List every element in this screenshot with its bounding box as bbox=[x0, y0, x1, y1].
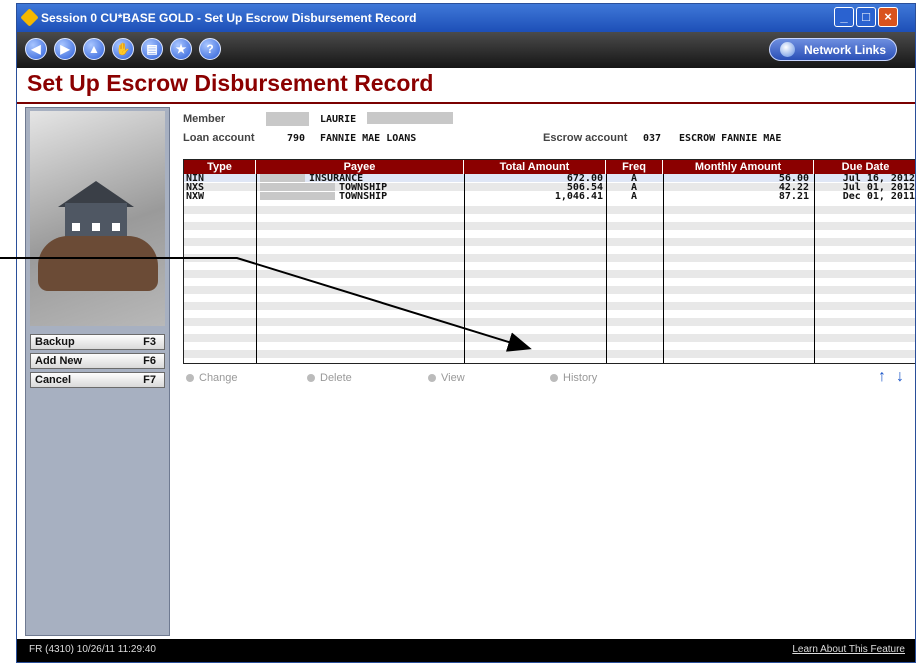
status-bar: FR (4310) 10/26/11 11:29:40 Learn About … bbox=[17, 639, 915, 662]
up-icon[interactable]: ▲ bbox=[83, 38, 105, 60]
column-divider bbox=[606, 174, 607, 363]
empty-row bbox=[184, 286, 915, 294]
cancel-key: F7 bbox=[143, 374, 156, 386]
redacted-payee-prefix bbox=[260, 174, 305, 182]
scroll-up-arrow-icon[interactable]: ↑ bbox=[878, 368, 886, 386]
member-name: LAURIE bbox=[320, 114, 357, 125]
loan-account-label: Loan account bbox=[183, 132, 255, 144]
backup-label: Backup bbox=[35, 336, 75, 348]
session-status-text: FR (4310) 10/26/11 11:29:40 bbox=[29, 644, 156, 655]
delete-label: Delete bbox=[320, 372, 352, 384]
loan-account-name: FANNIE MAE LOANS bbox=[320, 133, 417, 144]
hand-icon[interactable]: ✋ bbox=[112, 38, 134, 60]
column-divider bbox=[663, 174, 664, 363]
empty-row bbox=[184, 318, 915, 326]
bullet-icon bbox=[550, 374, 558, 383]
change-label: Change bbox=[199, 372, 238, 384]
empty-row bbox=[184, 334, 915, 342]
add-new-key: F6 bbox=[143, 355, 156, 367]
cell-due-date: Dec 01, 2011 bbox=[842, 191, 915, 202]
escrow-disbursement-table: Type Payee Total Amount Freq Monthly Amo… bbox=[183, 159, 915, 364]
view-action[interactable]: View bbox=[428, 372, 465, 384]
column-header-monthly-amount[interactable]: Monthly Amount bbox=[663, 160, 814, 174]
history-action[interactable]: History bbox=[550, 372, 597, 384]
cancel-label: Cancel bbox=[35, 374, 72, 386]
navigation-toolbar: ◀ ▶ ▲ ✋ ▤ ★ ? Network Links bbox=[17, 32, 915, 68]
page-title: Set Up Escrow Disbursement Record bbox=[27, 70, 434, 96]
cancel-button[interactable]: Cancel F7 bbox=[30, 372, 165, 388]
help-icon[interactable]: ? bbox=[199, 38, 221, 60]
cell-freq: A bbox=[631, 191, 638, 202]
column-header-due-date[interactable]: Due Date bbox=[814, 160, 915, 174]
house-window bbox=[72, 223, 80, 231]
delete-action[interactable]: Delete bbox=[307, 372, 352, 384]
star-icon[interactable]: ★ bbox=[170, 38, 192, 60]
empty-row bbox=[184, 254, 915, 262]
add-new-button[interactable]: Add New F6 bbox=[30, 353, 165, 369]
empty-row bbox=[184, 270, 915, 278]
add-new-label: Add New bbox=[35, 355, 83, 367]
house-window bbox=[92, 223, 100, 231]
table-row[interactable]: NXS TOWNSHIP 506.54 A 42.22 Jul 01, 2012 bbox=[184, 183, 915, 193]
change-action[interactable]: Change bbox=[186, 372, 238, 384]
redacted-member-surname bbox=[367, 112, 453, 124]
empty-row bbox=[184, 302, 915, 310]
redacted-payee-prefix bbox=[260, 183, 335, 191]
column-header-payee[interactable]: Payee bbox=[256, 160, 464, 174]
window-title: Session 0 CU*BASE GOLD - Set Up Escrow D… bbox=[41, 11, 417, 25]
empty-row bbox=[184, 206, 915, 214]
bullet-icon bbox=[307, 374, 315, 383]
view-label: View bbox=[441, 372, 465, 384]
column-header-freq[interactable]: Freq bbox=[606, 160, 663, 174]
empty-row bbox=[184, 350, 915, 358]
minimize-button[interactable]: _ bbox=[834, 7, 854, 27]
bullet-icon bbox=[428, 374, 436, 383]
redacted-member-number bbox=[266, 112, 309, 126]
scroll-down-arrow-icon[interactable]: ↓ bbox=[896, 368, 904, 386]
escrow-account-name: ESCROW FANNIE MAE bbox=[679, 133, 782, 144]
column-header-type[interactable]: Type bbox=[184, 160, 256, 174]
house-window bbox=[112, 223, 120, 231]
escrow-account-number: 037 bbox=[643, 133, 662, 144]
history-label: History bbox=[563, 372, 598, 384]
network-links-button[interactable]: Network Links bbox=[769, 38, 897, 61]
forward-icon[interactable]: ▶ bbox=[54, 38, 76, 60]
hands-shape bbox=[38, 236, 158, 291]
main-body: Backup F3 Add New F6 Cancel F7 Member LA… bbox=[17, 104, 915, 639]
globe-icon bbox=[780, 42, 795, 57]
back-icon[interactable]: ◀ bbox=[25, 38, 47, 60]
page-header: Set Up Escrow Disbursement Record bbox=[17, 68, 915, 104]
cell-total-amount: 1,046.41 bbox=[554, 191, 603, 202]
app-logo-icon bbox=[20, 8, 39, 27]
column-divider bbox=[464, 174, 465, 363]
title-bar: Session 0 CU*BASE GOLD - Set Up Escrow D… bbox=[17, 4, 915, 32]
escrow-account-label: Escrow account bbox=[543, 132, 628, 144]
table-row[interactable]: NIN INSURANCE 672.00 A 56.00 Jul 16, 201… bbox=[184, 174, 915, 184]
maximize-button[interactable]: □ bbox=[856, 7, 876, 27]
column-divider bbox=[814, 174, 815, 363]
redacted-payee-prefix bbox=[260, 192, 335, 200]
empty-row bbox=[184, 238, 915, 246]
column-divider bbox=[256, 174, 257, 363]
sidebar: Backup F3 Add New F6 Cancel F7 bbox=[25, 107, 170, 636]
table-row[interactable]: NXW TOWNSHIP 1,046.41 A 87.21 Dec 01, 20… bbox=[184, 191, 915, 202]
bullet-icon bbox=[186, 374, 194, 383]
cell-payee: TOWNSHIP bbox=[339, 191, 388, 202]
learn-about-feature-link[interactable]: Learn About This Feature bbox=[792, 644, 905, 655]
member-label: Member bbox=[183, 113, 226, 125]
column-header-total-amount[interactable]: Total Amount bbox=[464, 160, 606, 174]
network-links-label: Network Links bbox=[804, 43, 887, 57]
house-in-hands-image bbox=[30, 111, 165, 326]
backup-button[interactable]: Backup F3 bbox=[30, 334, 165, 350]
application-window: Session 0 CU*BASE GOLD - Set Up Escrow D… bbox=[16, 3, 916, 663]
close-button[interactable]: × bbox=[878, 7, 898, 27]
cell-type: NXW bbox=[186, 191, 205, 202]
backup-key: F3 bbox=[143, 336, 156, 348]
cell-monthly-amount: 87.21 bbox=[778, 191, 809, 202]
empty-row bbox=[184, 222, 915, 230]
loan-account-number: 790 bbox=[287, 133, 306, 144]
print-icon[interactable]: ▤ bbox=[141, 38, 163, 60]
